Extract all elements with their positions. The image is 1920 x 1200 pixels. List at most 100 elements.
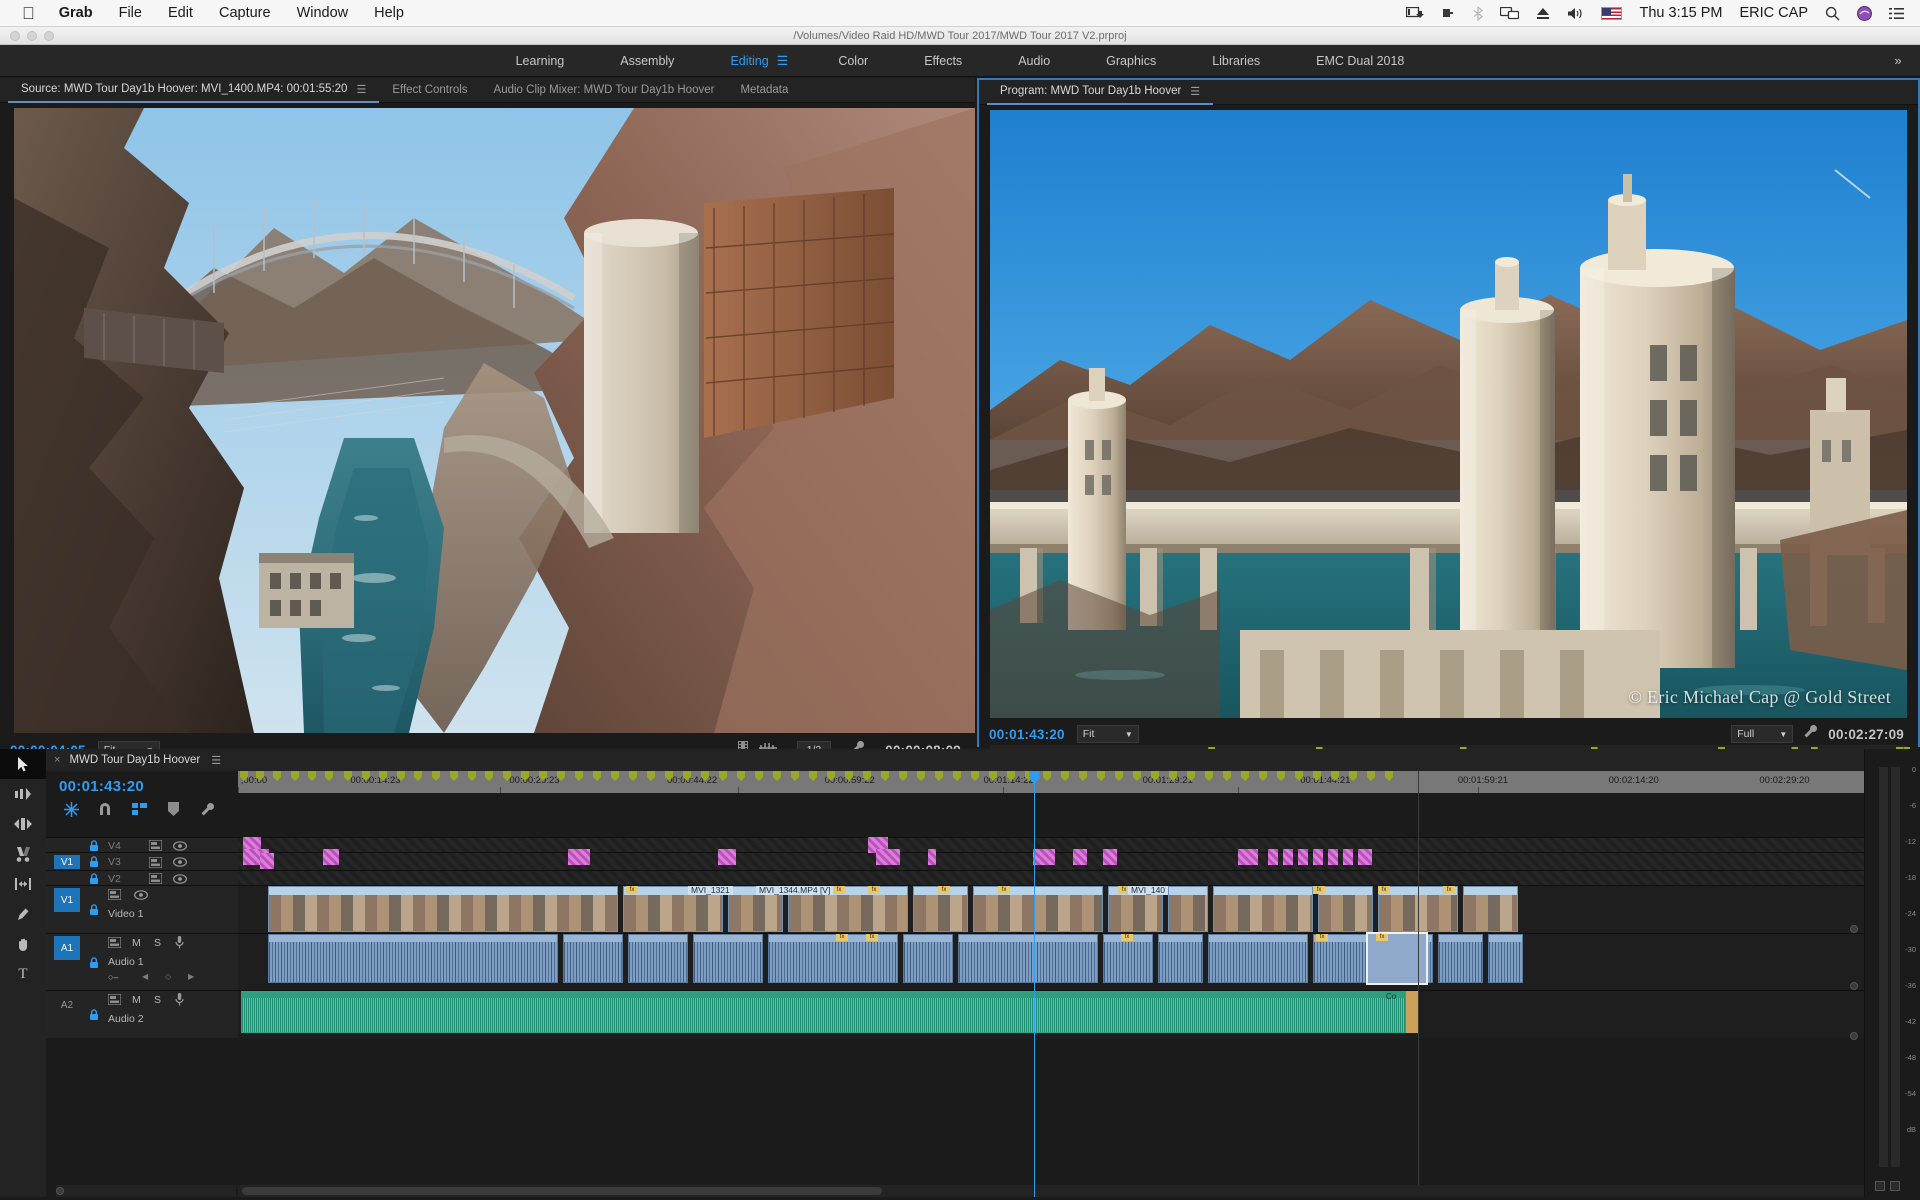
selection-tool[interactable] bbox=[0, 749, 46, 779]
timeline-sequence-marker[interactable] bbox=[629, 771, 637, 781]
track-lock-toggle-a2[interactable] bbox=[88, 1009, 100, 1021]
timeline-sequence-marker[interactable] bbox=[1367, 771, 1375, 781]
music-clip-tail[interactable] bbox=[1406, 991, 1418, 1033]
menu-grab[interactable]: Grab bbox=[59, 5, 93, 21]
timeline-sequence-marker[interactable] bbox=[935, 771, 943, 781]
timeline-sequence-marker[interactable] bbox=[1241, 771, 1249, 781]
track-header-v1[interactable]: V1Video 1 bbox=[46, 885, 238, 933]
menu-bar-username[interactable]: ERIC CAP bbox=[1740, 5, 1809, 21]
timeline-sequence-marker[interactable] bbox=[432, 771, 440, 781]
clip-effect-badge[interactable]: fx bbox=[998, 886, 1010, 894]
track-visibility-toggle-v4[interactable] bbox=[173, 840, 187, 851]
graphic-clip[interactable] bbox=[1073, 849, 1087, 865]
pen-tool[interactable] bbox=[0, 899, 46, 929]
audio-clip[interactable] bbox=[268, 934, 558, 983]
graphic-clip[interactable] bbox=[260, 853, 274, 869]
timeline-tracks-area[interactable]: ;00:0000:00:14:2300:00:29:2300:00:44:220… bbox=[238, 771, 1864, 1197]
workspace-effects[interactable]: Effects bbox=[896, 54, 990, 68]
audio-meter-s-button-left[interactable] bbox=[1875, 1181, 1885, 1191]
search-icon[interactable] bbox=[1825, 6, 1840, 21]
track-header-v2[interactable]: V2 bbox=[46, 870, 238, 885]
graphic-clip[interactable] bbox=[876, 849, 900, 865]
program-playback-resolution-select[interactable]: Full ▼ bbox=[1731, 725, 1793, 743]
workspace-menu-icon[interactable]: ☰ bbox=[777, 53, 811, 69]
timeline-panel-menu-icon[interactable]: ☰ bbox=[211, 754, 221, 767]
notification-center-icon[interactable] bbox=[1889, 7, 1904, 20]
timeline-sequence-marker[interactable] bbox=[450, 771, 458, 781]
menu-capture[interactable]: Capture bbox=[219, 5, 271, 21]
graphic-clip[interactable] bbox=[718, 849, 736, 865]
track-header-a1[interactable]: A1Audio 1MS○–◀◇▶ bbox=[46, 933, 238, 990]
screen-capture-icon[interactable] bbox=[1406, 7, 1424, 20]
timeline-sequence-marker[interactable] bbox=[593, 771, 601, 781]
track-target-toggle-a1[interactable]: A1 bbox=[54, 936, 80, 960]
clip-effect-badge[interactable]: fx bbox=[868, 886, 880, 894]
program-panel-menu-icon[interactable]: ☰ bbox=[1190, 85, 1200, 98]
audio-clip[interactable] bbox=[1103, 934, 1153, 983]
track-lock-toggle-v4[interactable] bbox=[88, 840, 100, 852]
hand-tool[interactable] bbox=[0, 929, 46, 959]
clip-effect-badge[interactable]: fx bbox=[626, 886, 638, 894]
clip-effect-badge[interactable]: fx bbox=[833, 886, 845, 894]
tab-source-monitor[interactable]: Source: MWD Tour Day1b Hoover: MVI_1400.… bbox=[8, 78, 379, 103]
type-tool[interactable]: T bbox=[0, 959, 46, 989]
graphic-clip[interactable] bbox=[1358, 849, 1372, 865]
track-header-a2[interactable]: A2Audio 2MS bbox=[46, 990, 238, 1038]
graphic-clip[interactable] bbox=[1033, 849, 1055, 865]
audio-clip[interactable] bbox=[1488, 934, 1523, 983]
source-monitor-video[interactable] bbox=[14, 108, 975, 733]
timeline-sequence-marker[interactable] bbox=[414, 771, 422, 781]
audio-clip[interactable] bbox=[563, 934, 623, 983]
video-clip[interactable] bbox=[973, 886, 1103, 932]
track-visibility-toggle-v2[interactable] bbox=[173, 873, 187, 884]
track-target-toggle-a2[interactable]: A2 bbox=[54, 993, 80, 1017]
track-solo-button-a1[interactable]: S bbox=[154, 937, 161, 949]
track-lock-toggle-a1[interactable] bbox=[88, 957, 100, 969]
timeline-sequence-marker[interactable] bbox=[611, 771, 619, 781]
plug-icon[interactable] bbox=[1441, 6, 1456, 20]
audio-clip[interactable] bbox=[903, 934, 953, 983]
track-sync-lock-a1[interactable] bbox=[108, 937, 121, 948]
timeline-playhead[interactable] bbox=[1034, 771, 1035, 1197]
volume-icon[interactable] bbox=[1567, 7, 1584, 20]
track-sync-lock-v3[interactable] bbox=[149, 857, 162, 868]
graphic-clip[interactable] bbox=[928, 849, 936, 865]
timeline-sequence-marker[interactable] bbox=[1133, 771, 1141, 781]
track-lock-toggle-v2[interactable] bbox=[88, 873, 100, 885]
razor-tool[interactable] bbox=[0, 839, 46, 869]
track-scroll-handle[interactable] bbox=[1850, 1032, 1858, 1040]
timeline-sequence-marker[interactable] bbox=[1385, 771, 1393, 781]
clip-effect-badge[interactable]: fx bbox=[1378, 886, 1390, 894]
track-scroll-handle[interactable] bbox=[1850, 982, 1858, 990]
timeline-sequence-marker[interactable] bbox=[1097, 771, 1105, 781]
tab-audio-clip-mixer[interactable]: Audio Clip Mixer: MWD Tour Day1b Hoover bbox=[481, 78, 728, 103]
audio-clip[interactable] bbox=[958, 934, 1098, 983]
menu-window[interactable]: Window bbox=[297, 5, 349, 21]
track-header-v4[interactable]: V4 bbox=[46, 837, 238, 852]
timeline-scroll-thumb[interactable] bbox=[242, 1187, 882, 1195]
timeline-sequence-marker[interactable] bbox=[647, 771, 655, 781]
track-select-forward-tool[interactable] bbox=[0, 779, 46, 809]
graphic-clip[interactable] bbox=[323, 849, 339, 865]
program-duration-timecode[interactable]: 00:02:27:09 bbox=[1828, 727, 1904, 742]
video-clip[interactable] bbox=[1463, 886, 1518, 932]
apple-menu-icon[interactable]:  bbox=[22, 5, 35, 22]
audio-meter-s-button-right[interactable] bbox=[1890, 1181, 1900, 1191]
slip-tool[interactable] bbox=[0, 869, 46, 899]
timeline-sequence-marker[interactable] bbox=[1079, 771, 1087, 781]
timeline-sequence-marker[interactable] bbox=[1205, 771, 1213, 781]
track-mute-button-a2[interactable]: M bbox=[132, 994, 141, 1006]
track-sync-lock-v1[interactable] bbox=[108, 889, 121, 900]
graphic-clip[interactable] bbox=[1343, 849, 1353, 865]
ripple-edit-tool[interactable] bbox=[0, 809, 46, 839]
track-sync-lock-v2[interactable] bbox=[149, 873, 162, 884]
timeline-sequence-marker[interactable] bbox=[308, 771, 316, 781]
timeline-sequence-marker[interactable] bbox=[917, 771, 925, 781]
track-sync-lock-a2[interactable] bbox=[108, 994, 121, 1005]
graphic-clip[interactable] bbox=[568, 849, 590, 865]
timeline-sequence-marker[interactable] bbox=[273, 771, 281, 781]
workspace-libraries[interactable]: Libraries bbox=[1184, 54, 1288, 68]
timeline-sequence-marker[interactable] bbox=[1223, 771, 1231, 781]
timeline-sequence-marker[interactable] bbox=[1115, 771, 1123, 781]
timeline-sequence-marker[interactable] bbox=[1043, 771, 1051, 781]
